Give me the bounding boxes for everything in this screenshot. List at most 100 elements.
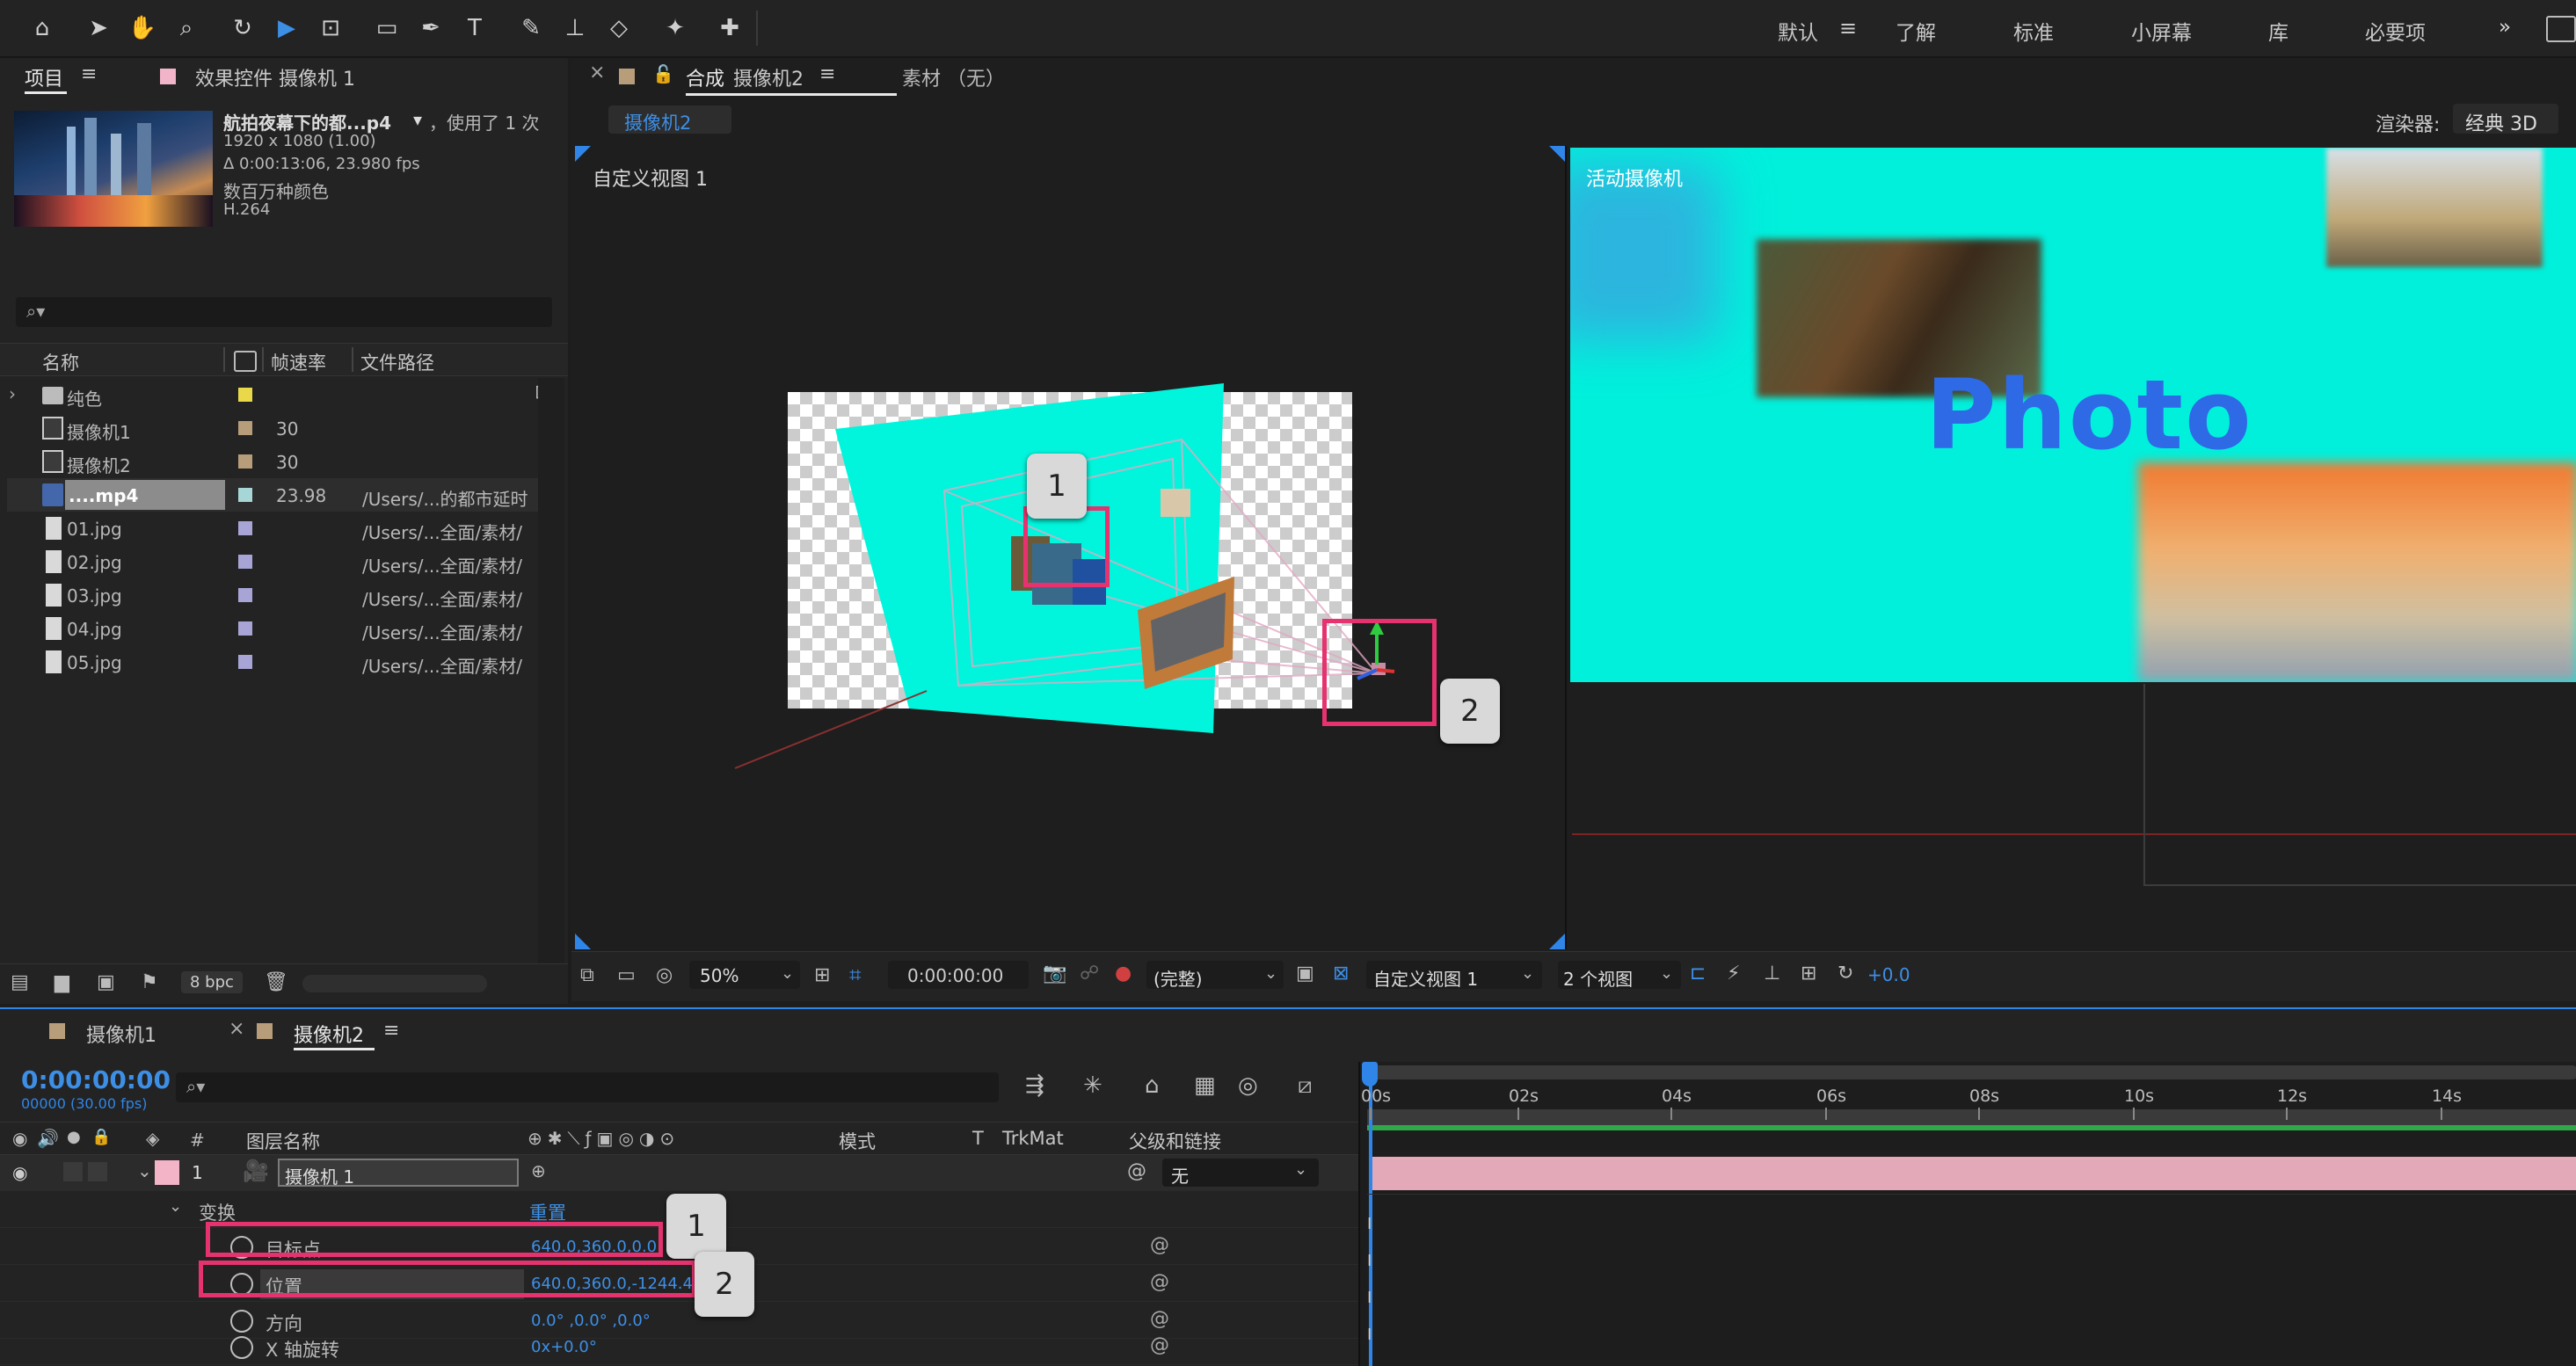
close-tab-icon[interactable]: × xyxy=(229,1018,244,1040)
renderer-button[interactable]: 经典 3D xyxy=(2453,104,2558,135)
layer-duration-bar[interactable] xyxy=(1369,1157,2576,1190)
collapse-arrow-icon[interactable]: ⌄ xyxy=(169,1197,182,1216)
workspace-small-screen[interactable]: 小屏幕 xyxy=(2131,16,2192,46)
transparency-grid-icon[interactable]: ⊠ xyxy=(1333,963,1349,985)
thumbnail-slider[interactable] xyxy=(302,975,487,992)
current-time-display[interactable]: 0:00:00:00 xyxy=(21,1065,171,1094)
timeline-icon[interactable]: ⊥ xyxy=(1764,963,1780,985)
project-item-camera1[interactable]: 摄像机1 30 xyxy=(7,411,561,445)
label-swatch[interactable] xyxy=(155,1160,179,1185)
trash-icon[interactable]: 🗑 xyxy=(264,971,288,993)
new-folder-icon[interactable]: ▆ xyxy=(55,971,69,993)
view-dropdown[interactable]: 自定义视图 1 ⌄ xyxy=(1366,961,1542,990)
project-item-video[interactable]: ....mp4 23.98 /Users/...的都市延时 xyxy=(7,478,561,512)
footage-name-dropdown-icon[interactable]: ▾ xyxy=(413,109,422,130)
shy-layers-icon[interactable]: ⌂ xyxy=(1145,1072,1160,1099)
show-snapshot-icon[interactable]: ☍ xyxy=(1080,963,1099,985)
visibility-icon[interactable]: ◉ xyxy=(12,1162,27,1183)
project-item-image[interactable]: 05.jpg /Users/...全面/素材/ xyxy=(7,645,561,679)
label-swatch[interactable] xyxy=(238,388,252,402)
color-channels-icon[interactable]: ● xyxy=(1115,963,1132,985)
keyframe-marker-icon[interactable]: I xyxy=(1367,1289,1372,1307)
label-tag-icon[interactable] xyxy=(234,351,257,372)
breadcrumb-comp[interactable]: 摄像机2 xyxy=(624,109,691,135)
close-tab-icon[interactable]: × xyxy=(589,62,605,84)
label-swatch[interactable] xyxy=(238,588,252,602)
resolution-icon[interactable]: ⊞ xyxy=(814,964,830,986)
parent-dropdown[interactable]: 无 ⌄ xyxy=(1162,1159,1319,1187)
timeline-search-input[interactable]: ⌕▾ xyxy=(176,1072,999,1102)
project-item-image[interactable]: 02.jpg /Users/...全面/素材/ xyxy=(7,545,561,578)
comp-menu-icon[interactable]: ≡ xyxy=(819,63,835,85)
column-parent[interactable]: 父级和链接 xyxy=(1129,1128,1221,1154)
tab-effect-controls[interactable]: 效果控件 摄像机 1 xyxy=(195,63,355,91)
visibility-icon[interactable]: ◉ xyxy=(12,1128,27,1149)
column-layer-name[interactable]: 图层名称 xyxy=(246,1128,320,1154)
pick-whip-icon[interactable]: @ xyxy=(1127,1160,1146,1182)
monitor-icon[interactable]: ▭ xyxy=(617,964,636,986)
breadcrumb[interactable]: 摄像机2 xyxy=(608,105,731,134)
tab-timeline-camera1[interactable]: 摄像机1 xyxy=(86,1020,156,1048)
keyframe-marker-icon[interactable]: I xyxy=(1367,1326,1372,1344)
graph-editor-icon[interactable]: ⧄ xyxy=(1298,1072,1313,1100)
workspace-learn[interactable]: 了解 xyxy=(1896,16,1936,46)
label-swatch[interactable] xyxy=(238,521,252,535)
reset-exposure-icon[interactable]: ↻ xyxy=(1837,963,1853,985)
label-swatch[interactable] xyxy=(238,555,252,569)
column-fps[interactable]: 帧速率 xyxy=(271,349,326,375)
project-item-camera2[interactable]: 摄像机2 30 xyxy=(7,445,561,478)
label-swatch[interactable] xyxy=(238,421,252,435)
expression-spiral-icon[interactable]: @ xyxy=(1150,1271,1169,1293)
column-mode[interactable]: 模式 xyxy=(839,1128,876,1154)
project-item-image[interactable]: 03.jpg /Users/...全面/素材/ xyxy=(7,578,561,612)
tab-footage[interactable]: 素材 （无） xyxy=(902,63,1005,91)
home-icon[interactable]: ⌂ xyxy=(25,11,60,46)
expression-spiral-icon[interactable]: @ xyxy=(1150,1234,1169,1256)
audio-icon[interactable]: 🔊 xyxy=(37,1128,59,1149)
draft-3d-icon[interactable]: ✳ xyxy=(1083,1072,1102,1099)
playhead-handle[interactable] xyxy=(1362,1062,1378,1086)
workspace-default[interactable]: 默认 xyxy=(1778,16,1818,46)
toggle-mask-icon[interactable]: ▣ xyxy=(1296,963,1314,985)
interpret-footage-icon[interactable]: ▤ xyxy=(11,971,29,993)
exposure-value[interactable]: +0.0 xyxy=(1867,964,1910,985)
workspace-menu-icon[interactable]: ≡ xyxy=(1839,16,1857,40)
column-t[interactable]: T xyxy=(972,1128,984,1149)
roto-brush-tool-icon[interactable]: ✦ xyxy=(658,11,693,46)
keyframe-marker-icon[interactable]: I xyxy=(1367,1215,1372,1233)
brush-tool-icon[interactable]: ✎ xyxy=(513,11,549,46)
tab-composition-name[interactable]: 摄像机2 xyxy=(733,63,804,91)
lock-icon[interactable]: 🔓 xyxy=(652,63,674,84)
tab-project[interactable]: 项目 xyxy=(25,63,63,91)
label-swatch[interactable] xyxy=(238,454,252,469)
workspace-more-button[interactable]: » xyxy=(2499,16,2511,39)
timeline-menu-icon[interactable]: ≡ xyxy=(383,1020,399,1042)
column-name[interactable]: 名称 xyxy=(42,349,79,375)
toggle-pixel-aspect-icon[interactable]: ⊏ xyxy=(1690,963,1706,985)
bit-depth-button[interactable]: 8 bpc xyxy=(181,971,243,993)
expression-spiral-icon[interactable]: @ xyxy=(1150,1334,1169,1356)
workspace-libraries[interactable]: 库 xyxy=(2268,16,2289,46)
fast-previews-icon[interactable]: ⚡ xyxy=(1727,963,1740,985)
project-item-image[interactable]: 04.jpg /Users/...全面/素材/ xyxy=(7,612,561,645)
motion-blur-icon[interactable]: ◎ xyxy=(1238,1072,1258,1099)
snapshot-icon[interactable]: 📷 xyxy=(1043,963,1066,985)
vr-icon[interactable]: ◎ xyxy=(656,964,673,986)
property-value[interactable]: 0x+0.0° xyxy=(531,1338,597,1356)
zoom-tool-icon[interactable]: ⌕ xyxy=(169,11,204,46)
property-row-x-rotation[interactable]: X 轴旋转 0x+0.0° @ xyxy=(0,1329,1358,1365)
layer-name-field[interactable]: 摄像机 1 xyxy=(278,1159,519,1188)
label-swatch[interactable] xyxy=(238,655,252,669)
shy-switch-icon[interactable]: ⊕ xyxy=(531,1160,546,1181)
project-scrollbar[interactable] xyxy=(538,378,564,993)
stopwatch-icon[interactable] xyxy=(230,1336,253,1359)
project-menu-icon[interactable]: ≡ xyxy=(81,63,97,85)
column-trkmat[interactable]: TrkMat xyxy=(1002,1128,1064,1149)
workspace-essentials[interactable]: 必要项 xyxy=(2365,16,2426,46)
region-of-interest-icon[interactable]: ⌗ xyxy=(849,963,862,987)
solo-icon[interactable]: ● xyxy=(67,1128,81,1146)
eraser-tool-icon[interactable]: ◇ xyxy=(601,11,637,46)
view-layout-dropdown[interactable]: 2 个视图 ⌄ xyxy=(1558,961,1681,990)
zoom-dropdown[interactable]: 50% ⌄ xyxy=(689,961,800,989)
label-swatch[interactable] xyxy=(238,488,252,502)
